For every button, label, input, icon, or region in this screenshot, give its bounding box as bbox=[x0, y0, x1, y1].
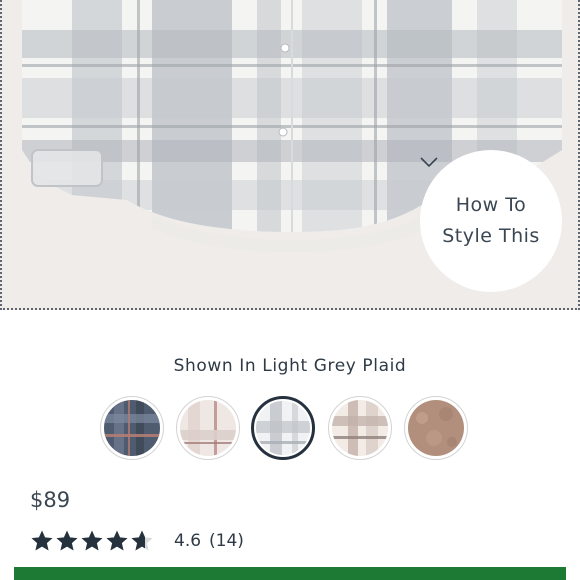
star-full-icon bbox=[56, 530, 78, 551]
add-to-bag-button[interactable] bbox=[14, 567, 566, 580]
star-full-icon bbox=[31, 530, 53, 551]
product-image[interactable]: How To Style This bbox=[0, 0, 580, 310]
how-to-style-line1: How To bbox=[455, 194, 527, 216]
swatch-ring bbox=[404, 396, 468, 460]
swatch-ring bbox=[100, 396, 164, 460]
swatch-light-grey-plaid[interactable] bbox=[251, 396, 315, 460]
how-to-style-button[interactable]: How To Style This bbox=[420, 150, 562, 292]
swatch-navy-plaid[interactable] bbox=[100, 396, 164, 460]
star-full-icon bbox=[81, 530, 103, 551]
star-full-icon bbox=[106, 530, 128, 551]
rating-value: 4.6 bbox=[174, 531, 202, 551]
product-price: $89 bbox=[30, 488, 71, 512]
swatch-ring bbox=[328, 396, 392, 460]
selected-color-label: Shown In Light Grey Plaid bbox=[173, 356, 407, 376]
chevron-down-icon bbox=[420, 157, 438, 168]
color-swatch-list bbox=[0, 396, 580, 460]
swatch-ring bbox=[251, 396, 315, 460]
swatch-cream-plaid[interactable] bbox=[176, 396, 240, 460]
rating-stars bbox=[30, 529, 154, 553]
star-partial-icon bbox=[131, 530, 153, 551]
swatch-ring bbox=[176, 396, 240, 460]
how-to-style-line2: Style This bbox=[442, 225, 540, 247]
swatch-tan-plaid[interactable] bbox=[328, 396, 392, 460]
review-count: (14) bbox=[209, 531, 244, 551]
product-rating[interactable]: 4.6 (14) bbox=[30, 528, 244, 554]
swatch-camel-sherpa[interactable] bbox=[404, 396, 468, 460]
